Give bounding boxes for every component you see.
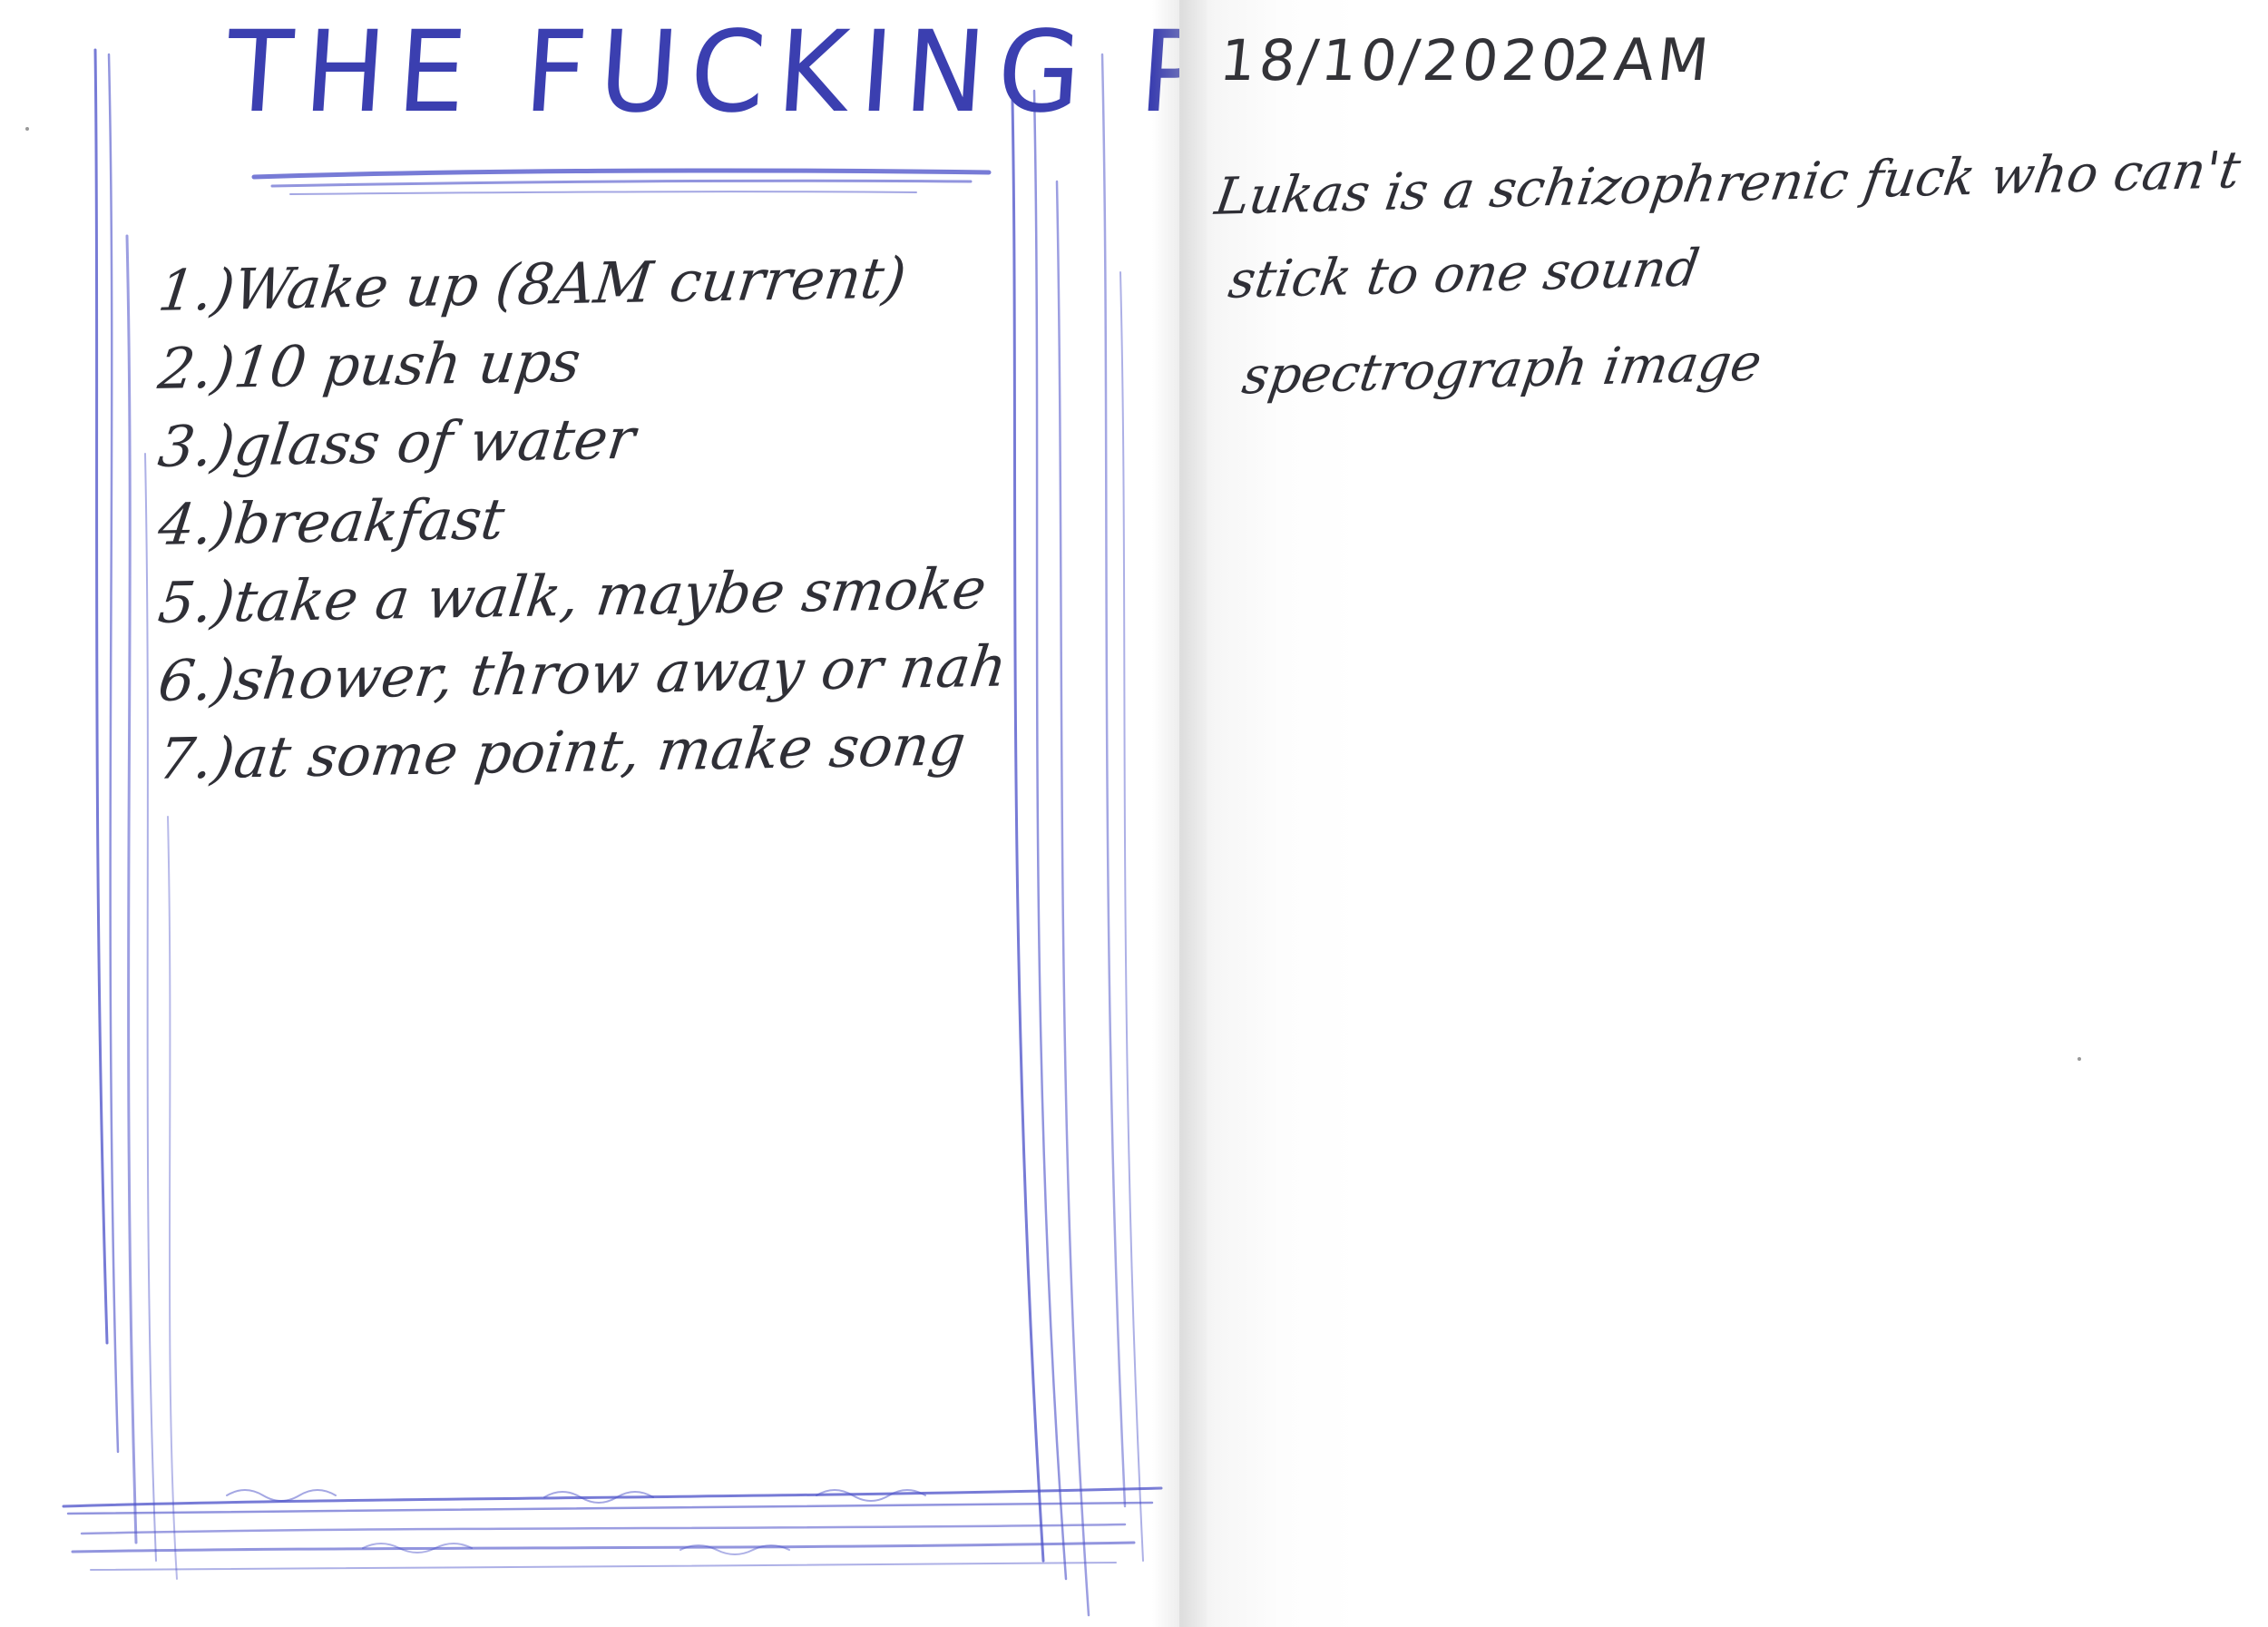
left-page: THE FUCKING PLAN 1.)Wake up (8AM current… xyxy=(0,0,1476,1627)
list-item: 6.)shower, throw away or nah xyxy=(154,628,1011,720)
item-text: glass of water xyxy=(230,405,639,479)
list-item: 7.)at some point, make song xyxy=(154,706,980,799)
paper-speck xyxy=(25,127,29,131)
note-time: 2AM xyxy=(1570,27,1716,94)
item-text: at some point, make song xyxy=(230,711,970,791)
item-number: 3.) xyxy=(154,412,239,480)
item-number: 1.) xyxy=(154,256,239,324)
list-item: 2.)10 push ups xyxy=(154,316,980,408)
item-text: shower, throw away or nah xyxy=(230,632,1011,713)
notebook-spread: THE FUCKING PLAN 1.)Wake up (8AM current… xyxy=(0,0,2268,1627)
item-number: 7.) xyxy=(154,724,239,792)
item-number: 2.) xyxy=(154,334,239,402)
item-text: take a walk, maybe smoke xyxy=(230,554,991,635)
list-item: 5.)take a walk, maybe smoke xyxy=(154,550,991,642)
list-item: 1.)Wake up (8AM current) xyxy=(154,238,980,330)
item-number: 6.) xyxy=(154,646,239,714)
item-text: 10 push ups xyxy=(230,328,585,401)
note-date: 18/10/2020 xyxy=(1217,27,1585,93)
item-text: breakfast xyxy=(230,485,509,557)
list-item: 4.)breakfast xyxy=(154,472,980,564)
item-number: 4.) xyxy=(154,490,239,558)
note-line: stick to one sound xyxy=(1225,239,1704,310)
page-gutter xyxy=(1152,0,1207,1627)
plan-list: 1.)Wake up (8AM current) 2.)10 push ups … xyxy=(155,244,1011,792)
right-page xyxy=(1179,0,2268,1627)
item-number: 5.) xyxy=(154,568,239,636)
item-text: Wake up (8AM current) xyxy=(230,244,910,323)
list-item: 3.)glass of water xyxy=(154,394,980,486)
plan-title: THE FUCKING PLAN xyxy=(222,5,1476,138)
paper-speck xyxy=(2077,1057,2081,1061)
